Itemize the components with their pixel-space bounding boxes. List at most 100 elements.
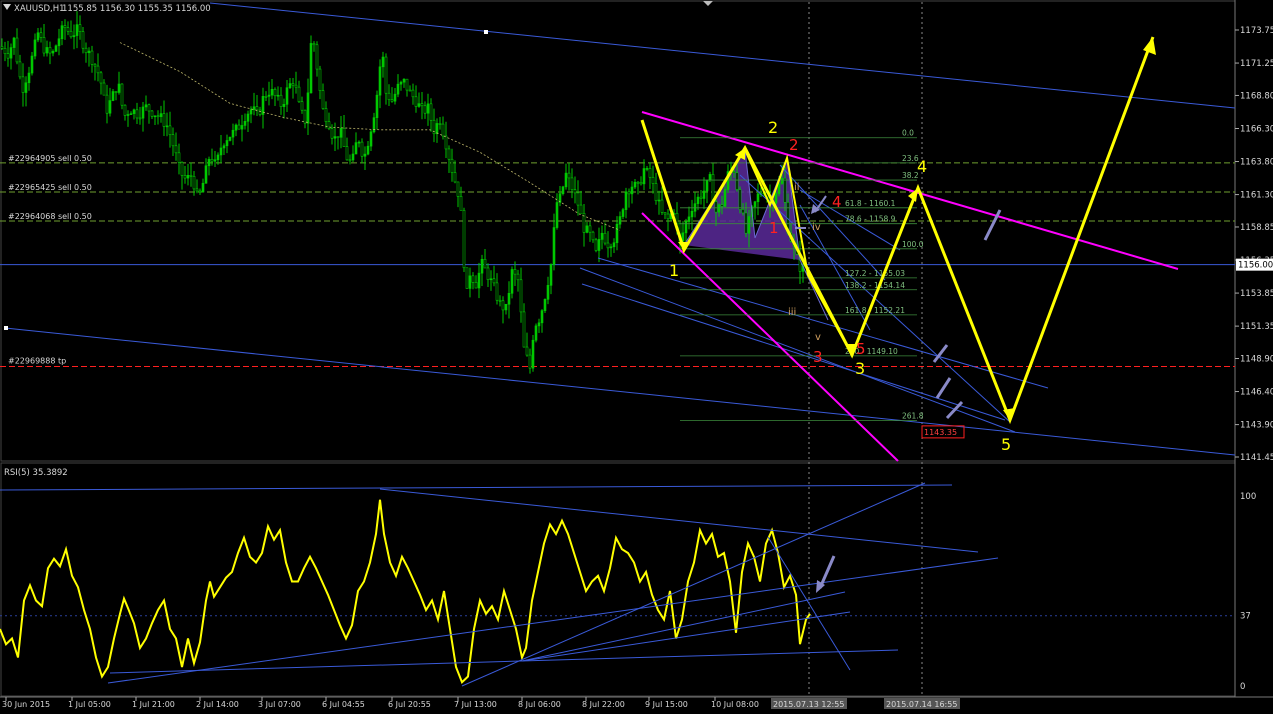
candle-body [690, 210, 694, 218]
candle-body [561, 186, 565, 194]
candle-body [312, 43, 316, 46]
candle-body [696, 196, 700, 204]
candle-body [42, 37, 46, 54]
candle-body [210, 159, 214, 162]
fib-level-label: 0.0 [902, 129, 914, 138]
candle-body [585, 225, 589, 233]
candle-body [141, 106, 145, 119]
candle-body [117, 83, 121, 93]
time-tick-label: 1 Jul 21:00 [132, 700, 175, 709]
time-tick-label: 1 Jul 05:00 [68, 700, 111, 709]
candle-body [207, 159, 211, 167]
candle-body [576, 192, 580, 206]
candle-body [180, 162, 184, 176]
tp-marker-label: 1143.35 [924, 428, 957, 437]
candle-body [132, 109, 136, 114]
time-tick-label: 30 Jun 2015 [2, 700, 50, 709]
wave-label-red: 1 [769, 219, 779, 237]
fib-level-label: 138.2 - 1154.14 [845, 281, 905, 290]
candle-body [783, 178, 787, 203]
wave-label-roman: ii [794, 182, 800, 193]
candle-body [291, 83, 295, 86]
trendline-anchor [484, 30, 488, 34]
candle-body [579, 204, 583, 214]
candle-body [417, 103, 421, 107]
candle-body [258, 109, 262, 115]
candle-body [102, 82, 106, 96]
candle-body [408, 89, 412, 92]
candle-body [774, 193, 778, 204]
candle-body [348, 159, 352, 162]
candle-body [723, 189, 727, 207]
current-price-label: 1156.00 [1238, 261, 1273, 271]
candle-body [420, 103, 424, 107]
candle-body [687, 216, 691, 222]
candle-body [24, 82, 28, 93]
candle-body [333, 136, 337, 139]
candle-body [300, 101, 304, 111]
candle-body [531, 339, 535, 369]
price-tick-label: 1146.40 [1240, 388, 1273, 398]
candle-body [357, 141, 361, 144]
wave-label-yellow: 1 [669, 261, 679, 280]
candle-body [414, 96, 418, 107]
price-tick-label: 1163.80 [1240, 158, 1273, 168]
price-tick-label: 1173.75 [1240, 26, 1273, 36]
candle-body [96, 65, 100, 74]
candle-body [360, 141, 364, 157]
candle-body [246, 113, 250, 122]
candle-body [183, 175, 187, 179]
candle-body [45, 47, 49, 54]
candle-body [165, 125, 169, 128]
rsi-axis-label: 37 [1240, 612, 1251, 622]
candle-body [543, 299, 547, 311]
candle-body [174, 145, 178, 154]
candle-body [642, 168, 646, 185]
candle-body [228, 136, 232, 141]
candle-body [264, 95, 268, 98]
candle-body [684, 221, 688, 234]
price-tick-label: 1168.80 [1240, 91, 1273, 101]
candle-body [294, 84, 298, 88]
candle-body [129, 113, 133, 115]
candle-body [699, 196, 703, 199]
wave-label-red: 5 [856, 340, 866, 358]
candle-body [126, 114, 130, 116]
candle-body [537, 322, 541, 327]
candle-body [375, 94, 379, 118]
candle-body [57, 38, 61, 47]
candle-body [234, 124, 238, 131]
candle-body [630, 186, 634, 195]
candle-body [459, 196, 463, 211]
candle-body [600, 232, 604, 240]
candle-body [321, 90, 325, 109]
candle-body [525, 346, 529, 356]
candle-body [393, 93, 397, 102]
price-tick-label: 1141.45 [1240, 453, 1273, 463]
candle-body [756, 193, 760, 203]
fib-level-label: 100.0 [902, 240, 924, 249]
wave-label-yellow: 4 [917, 157, 927, 176]
candle-body [402, 78, 406, 83]
candle-body [369, 131, 373, 147]
candle-body [36, 32, 40, 41]
candle-body [741, 209, 745, 214]
candle-body [597, 239, 601, 251]
candle-body [195, 188, 199, 192]
candle-body [486, 267, 490, 280]
time-tick-label: 10 Jul 08:00 [711, 700, 759, 709]
candle-body [438, 123, 442, 125]
candle-body [633, 181, 637, 188]
time-tick-label: 9 Jul 15:00 [645, 700, 688, 709]
chart-window[interactable]: 0.023.638.261.8 - 1160.178.6 - 1158.9100… [0, 0, 1273, 714]
candle-body [237, 124, 241, 130]
candle-body [426, 103, 430, 114]
candle-body [282, 104, 286, 107]
candle-body [222, 145, 226, 149]
candle-body [204, 165, 208, 184]
candle-body [660, 199, 664, 213]
time-tick-label: 7 Jul 13:00 [454, 700, 497, 709]
candle-body [429, 103, 433, 121]
candle-body [123, 104, 127, 116]
candle-body [135, 109, 139, 119]
